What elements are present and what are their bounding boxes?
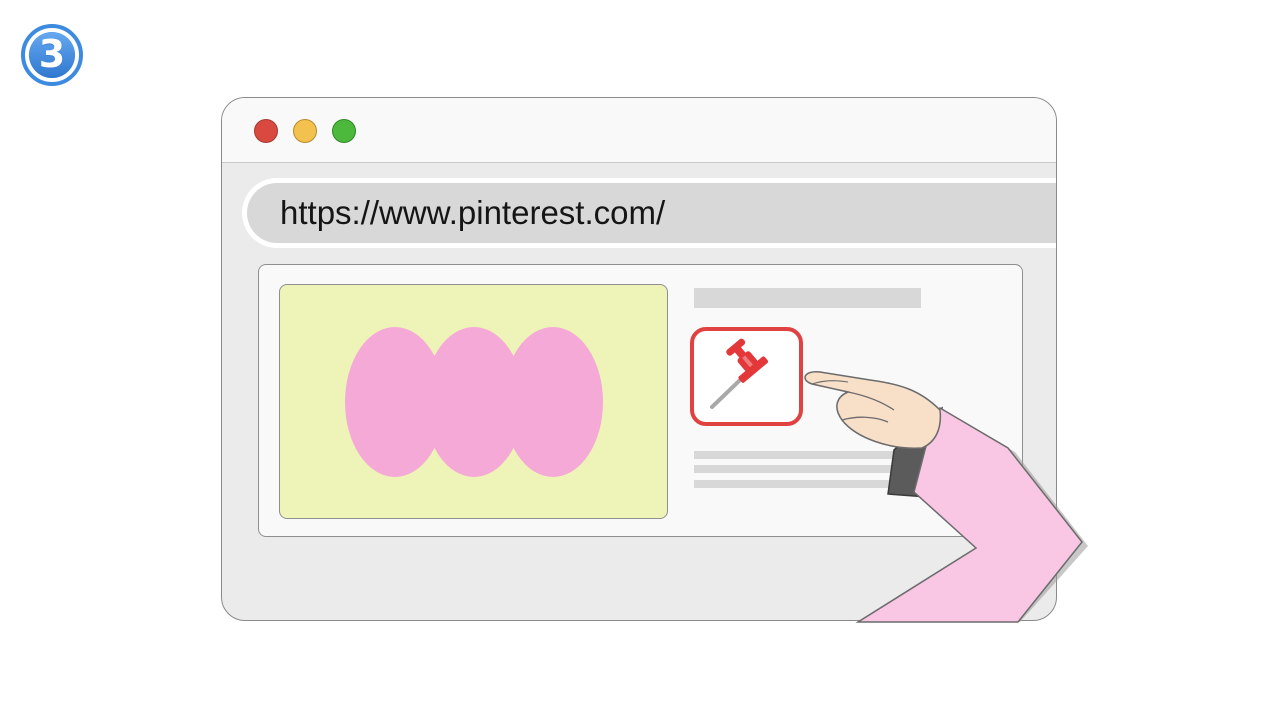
address-bar-frame: https://www.pinterest.com/ <box>242 178 1056 248</box>
url-text[interactable]: https://www.pinterest.com/ <box>280 183 665 243</box>
step-number: 3 <box>38 32 66 76</box>
step-badge: 3 <box>20 23 84 87</box>
maximize-button[interactable] <box>332 119 356 143</box>
pushpin-icon <box>710 338 769 409</box>
address-bar[interactable]: https://www.pinterest.com/ <box>247 183 1056 243</box>
blob-shapes <box>345 327 603 477</box>
title-placeholder <box>694 288 921 308</box>
illustration-canvas: 3 https://www.pinterest.com/ <box>0 0 1279 720</box>
save-pin-button[interactable] <box>690 327 803 426</box>
close-button[interactable] <box>254 119 278 143</box>
minimize-button[interactable] <box>293 119 317 143</box>
pointing-hand-icon <box>804 371 1088 623</box>
title-bar <box>222 98 1056 163</box>
pin-image[interactable] <box>279 284 668 519</box>
